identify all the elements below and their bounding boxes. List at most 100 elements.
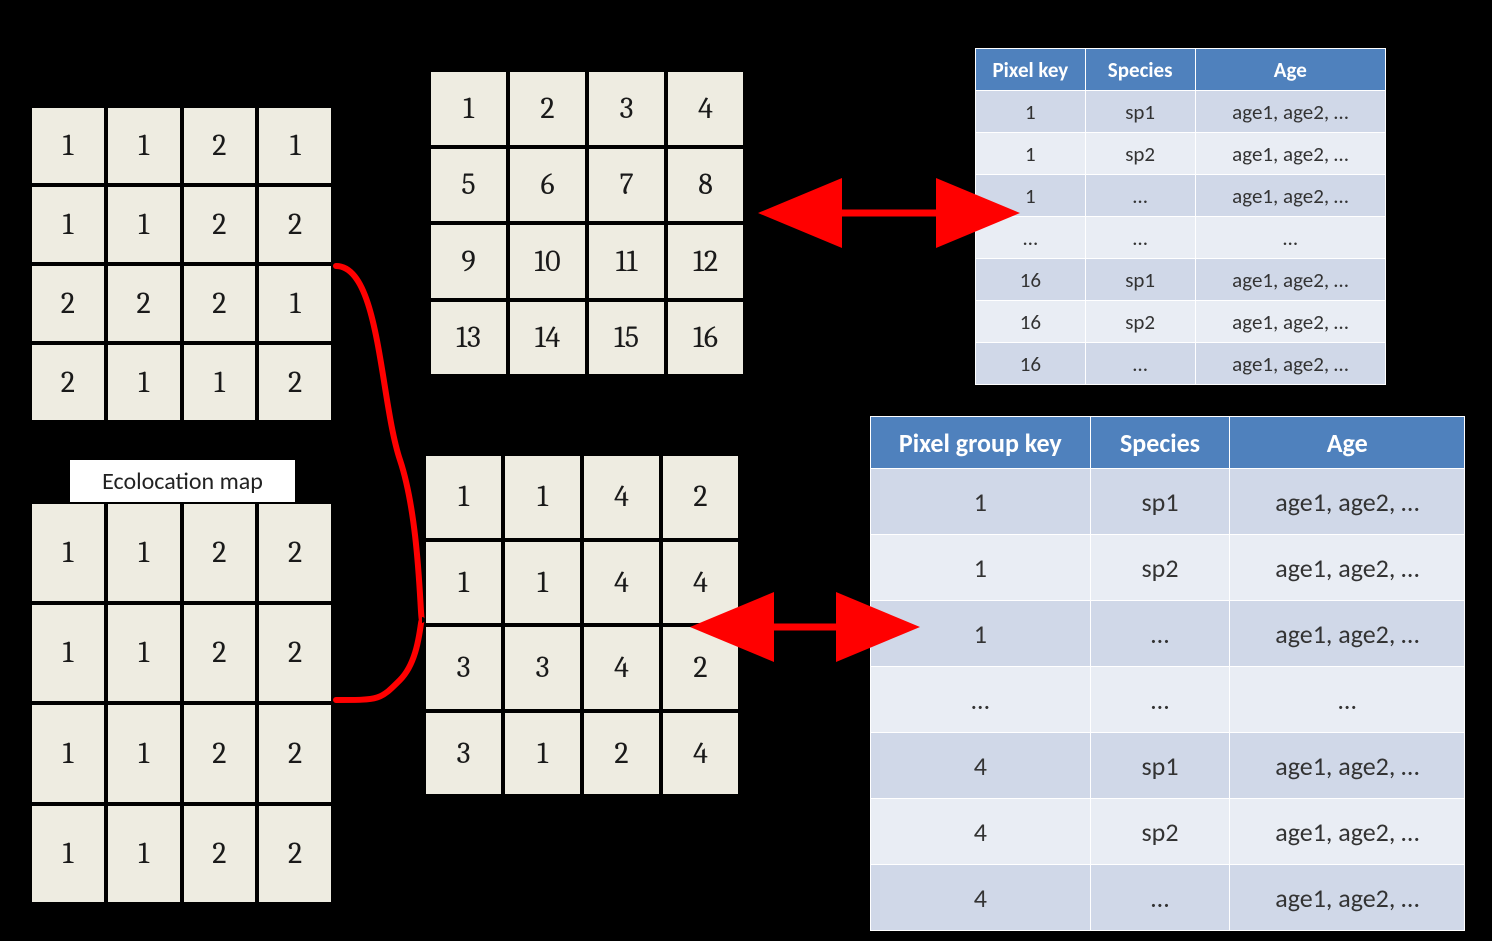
table-cell: age1, age2, … [1195,259,1385,301]
grid-cell: 4 [661,711,740,797]
grid-cell: 2 [257,343,333,422]
grid-cell: 1 [424,454,503,540]
grid-cell: 1 [424,540,503,626]
table-cell: sp2 [1085,301,1195,343]
grid-cell: 4 [661,540,740,626]
table-cell: … [1230,667,1465,733]
grid-cell: 2 [661,454,740,540]
table-row: 1sp2age1, age2, … [976,133,1386,175]
grid-cell: 2 [182,603,258,704]
grid-cell: 12 [666,223,745,300]
table-row: 1…age1, age2, … [871,601,1465,667]
grid-cell: 2 [257,703,333,804]
table-cell: sp1 [1090,733,1230,799]
table-row: ……… [976,217,1386,259]
th: Age [1195,49,1385,91]
grid-cell: 15 [587,300,666,377]
grid-cell: 3 [424,625,503,711]
grid-cell: 8 [666,147,745,224]
grid-cell: 1 [106,703,182,804]
grid-cell: 3 [424,711,503,797]
grid-cell: 5 [429,147,508,224]
table-cell: sp2 [1090,799,1230,865]
th: Species [1090,417,1230,469]
grid-top-mid: 12345678910111213141516 [427,68,747,378]
grid-bottom-mid: 1142114433423124 [422,452,742,798]
grid-cell: 2 [182,502,258,603]
grid-cell: 4 [582,625,661,711]
grid-cell: 2 [257,185,333,264]
table-cell: age1, age2, … [1195,343,1385,385]
table-cell: age1, age2, … [1230,799,1465,865]
grid-cell: 16 [666,300,745,377]
th: Age [1230,417,1465,469]
grid-cell: 2 [257,502,333,603]
grid-cell: 11 [587,223,666,300]
th: Pixel group key [871,417,1091,469]
grid-bottom-left: 1122112211221122 [28,500,335,906]
grid-cell: 1 [429,70,508,147]
grid-cell: 1 [106,603,182,704]
table-pixel-group-key: Pixel group key Species Age 1sp1age1, ag… [870,416,1465,931]
grid-cell: 1 [503,454,582,540]
grid-cell: 1 [503,540,582,626]
table-row: 1…age1, age2, … [976,175,1386,217]
tbody-bottom: 1sp1age1, age2, …1sp2age1, age2, …1…age1… [871,469,1465,931]
grid-cell: 2 [661,625,740,711]
table-cell: … [871,667,1091,733]
table-cell: 4 [871,733,1091,799]
grid-cell: 1 [106,804,182,905]
table-cell: age1, age2, … [1195,301,1385,343]
grid-cell: 3 [587,70,666,147]
table-cell: … [1085,217,1195,259]
grid-cell: 2 [30,264,106,343]
grid-cell: 2 [508,70,587,147]
table-cell: age1, age2, … [1230,733,1465,799]
table-row: 16sp1age1, age2, … [976,259,1386,301]
tbody-top: 1sp1age1, age2, …1sp2age1, age2, …1…age1… [976,91,1386,385]
grid-cell: 1 [106,343,182,422]
table-cell: … [976,217,1086,259]
grid-top-left: 1121112222212112 [28,104,335,424]
grid-cell: 1 [182,343,258,422]
table-cell: age1, age2, … [1195,91,1385,133]
table-cell: sp2 [1085,133,1195,175]
table-cell: 1 [871,601,1091,667]
th: Pixel key [976,49,1086,91]
table-row: 16…age1, age2, … [976,343,1386,385]
grid-cell: 4 [666,70,745,147]
table-cell: … [1090,601,1230,667]
table-cell: age1, age2, … [1230,469,1465,535]
table-cell: 16 [976,343,1086,385]
grid-cell: 1 [30,603,106,704]
table-cell: age1, age2, … [1230,601,1465,667]
grid-cell: 13 [429,300,508,377]
table-row: 4…age1, age2, … [871,865,1465,931]
grid-cell: 4 [582,454,661,540]
table-row: 4sp1age1, age2, … [871,733,1465,799]
grid-cell: 2 [257,804,333,905]
table-cell: 1 [976,175,1086,217]
table-cell: 16 [976,259,1086,301]
table-cell: 1 [976,133,1086,175]
grid-cell: 2 [182,106,258,185]
table-row: 16sp2age1, age2, … [976,301,1386,343]
table-cell: … [1085,175,1195,217]
table-cell: 1 [976,91,1086,133]
grid-cell: 10 [508,223,587,300]
grid-cell: 2 [182,703,258,804]
grid-cell: 1 [106,185,182,264]
grid-cell: 2 [182,185,258,264]
grid-cell: 2 [582,711,661,797]
table-cell: … [1090,865,1230,931]
grid-cell: 14 [508,300,587,377]
grid-cell: 1 [257,106,333,185]
grid-cell: 2 [30,343,106,422]
table-cell: sp1 [1085,259,1195,301]
grid-cell: 1 [30,502,106,603]
table-cell: … [1195,217,1385,259]
grid-cell: 6 [508,147,587,224]
table-cell: 4 [871,865,1091,931]
table-cell: sp2 [1090,535,1230,601]
grid-cell: 1 [30,106,106,185]
